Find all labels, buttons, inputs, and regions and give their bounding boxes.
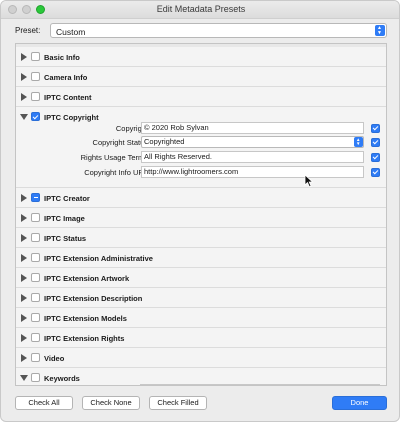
disclosure-triangle-icon[interactable] <box>21 293 27 302</box>
mouse-pointer-icon <box>304 174 314 188</box>
section-iptc-content[interactable]: IPTC Content <box>16 87 386 107</box>
disclosure-triangle-icon[interactable] <box>21 313 27 322</box>
disclosure-triangle-icon[interactable] <box>21 353 27 362</box>
section-label: IPTC Image <box>44 213 85 223</box>
section-checkbox[interactable] <box>31 92 40 101</box>
field-label: Copyright Status <box>92 138 148 147</box>
field-checkbox[interactable] <box>371 167 380 177</box>
section-label: IPTC Extension Description <box>44 293 143 303</box>
preset-select-value: Custom <box>56 26 86 37</box>
disclosure-triangle-open-icon[interactable] <box>20 375 28 381</box>
edit-metadata-presets-dialog: Edit Metadata Presets Preset: Custom ▲ ▼ … <box>0 0 400 422</box>
section-iptc-extension-artwork[interactable]: IPTC Extension Artwork <box>16 268 386 288</box>
rights-usage-terms-input[interactable]: All Rights Reserved. <box>141 151 364 163</box>
field-checkbox[interactable] <box>371 123 380 133</box>
metadata-sections-panel[interactable]: Basic Info Camera Info IPTC Content IPTC… <box>15 43 387 386</box>
disclosure-triangle-icon[interactable] <box>21 52 27 61</box>
copyright-field-row: Copyright © 2020 Rob Sylvan <box>16 122 386 135</box>
disclosure-triangle-icon[interactable] <box>21 92 27 101</box>
section-checkbox[interactable] <box>31 253 40 262</box>
section-checkbox[interactable] <box>31 273 40 282</box>
select-value: Copyrighted <box>144 137 185 146</box>
copyright-info-url-field-row: Copyright Info URL http://www.lightroome… <box>16 166 386 179</box>
preset-label: Preset: <box>15 26 41 35</box>
section-checkbox[interactable] <box>31 293 40 302</box>
check-all-button[interactable]: Check All <box>15 396 73 410</box>
check-none-button[interactable]: Check None <box>82 396 140 410</box>
field-label: Rights Usage Terms <box>80 153 148 162</box>
field-checkbox[interactable] <box>371 137 380 147</box>
copyright-info-url-input[interactable]: http://www.lightroomers.com <box>141 166 364 178</box>
done-button[interactable]: Done <box>332 396 387 410</box>
disclosure-triangle-open-icon[interactable] <box>20 114 28 120</box>
preset-select[interactable]: Custom ▲ ▼ <box>50 23 387 38</box>
check-filled-button[interactable]: Check Filled <box>149 396 207 410</box>
disclosure-triangle-icon[interactable] <box>21 233 27 242</box>
section-iptc-image[interactable]: IPTC Image <box>16 208 386 228</box>
section-iptc-status[interactable]: IPTC Status <box>16 228 386 248</box>
section-label: IPTC Content <box>44 92 92 102</box>
section-checkbox[interactable] <box>31 353 40 362</box>
section-iptc-extension-description[interactable]: IPTC Extension Description <box>16 288 386 308</box>
section-iptc-creator[interactable]: IPTC Creator <box>16 188 386 208</box>
select-stepper-icon: ▲ ▼ <box>354 137 363 147</box>
section-label: IPTC Extension Rights <box>44 333 125 343</box>
section-checkbox[interactable] <box>31 333 40 342</box>
section-checkbox[interactable] <box>31 72 40 81</box>
section-label: IPTC Status <box>44 233 87 243</box>
disclosure-triangle-icon[interactable] <box>21 273 27 282</box>
window-title: Edit Metadata Presets <box>156 4 246 14</box>
keywords-input-partial[interactable] <box>140 384 380 385</box>
disclosure-triangle-icon[interactable] <box>21 72 27 81</box>
section-iptc-extension-rights[interactable]: IPTC Extension Rights <box>16 328 386 348</box>
copyright-status-field-row: Copyright Status Copyrighted ▲ ▼ <box>16 136 386 149</box>
section-checkbox[interactable] <box>31 373 40 382</box>
copyright-status-select[interactable]: Copyrighted ▲ ▼ <box>141 136 364 148</box>
section-checkbox[interactable] <box>31 213 40 222</box>
section-label: Video <box>44 353 65 363</box>
section-video[interactable]: Video <box>16 348 386 368</box>
preset-row: Preset: Custom ▲ ▼ <box>15 23 387 39</box>
section-checkbox[interactable] <box>31 112 40 121</box>
section-camera-info[interactable]: Camera Info <box>16 67 386 87</box>
section-label: IPTC Creator <box>44 193 90 203</box>
section-checkbox[interactable] <box>31 313 40 322</box>
disclosure-triangle-icon[interactable] <box>21 333 27 342</box>
section-iptc-copyright: IPTC Copyright Copyright © 2020 Rob Sylv… <box>16 107 386 188</box>
section-label: IPTC Copyright <box>44 112 99 122</box>
select-stepper-icon: ▲ ▼ <box>375 25 385 36</box>
section-label: IPTC Extension Artwork <box>44 273 130 283</box>
section-label: Basic Info <box>44 52 80 62</box>
section-iptc-extension-administrative[interactable]: IPTC Extension Administrative <box>16 248 386 268</box>
section-checkbox[interactable] <box>31 52 40 61</box>
field-label: Copyright Info URL <box>84 168 148 177</box>
disclosure-triangle-icon[interactable] <box>21 253 27 262</box>
section-label: Keywords <box>44 373 80 383</box>
rights-usage-terms-field-row: Rights Usage Terms All Rights Reserved. <box>16 151 386 164</box>
disclosure-triangle-icon[interactable] <box>21 213 27 222</box>
section-iptc-extension-models[interactable]: IPTC Extension Models <box>16 308 386 328</box>
section-basic-info[interactable]: Basic Info <box>16 47 386 67</box>
section-label: IPTC Extension Administrative <box>44 253 153 263</box>
copyright-input[interactable]: © 2020 Rob Sylvan <box>141 122 364 134</box>
field-checkbox[interactable] <box>371 152 380 162</box>
section-label: Camera Info <box>44 72 88 82</box>
section-label: IPTC Extension Models <box>44 313 127 323</box>
disclosure-triangle-icon[interactable] <box>21 193 27 202</box>
title-bar: Edit Metadata Presets <box>1 1 399 19</box>
section-checkbox[interactable] <box>31 233 40 242</box>
section-checkbox[interactable] <box>31 193 40 202</box>
